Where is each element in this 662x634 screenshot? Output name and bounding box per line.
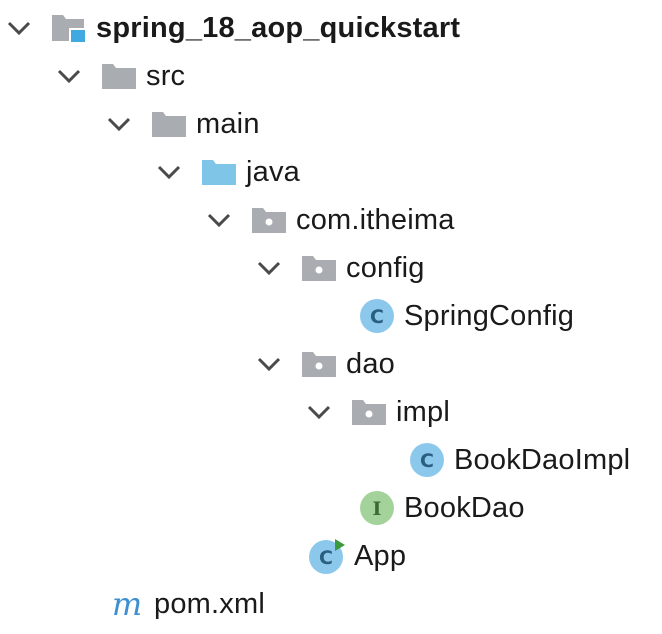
package-icon (300, 249, 338, 287)
package-icon (250, 201, 288, 239)
project-module-icon (50, 9, 88, 47)
svg-text:C: C (420, 450, 434, 472)
chevron-down-icon[interactable] (304, 397, 334, 427)
tree-node-label: com.itheima (296, 204, 455, 236)
chevron-down-icon[interactable] (254, 349, 284, 379)
tree-node-book-dao[interactable]: I BookDao (358, 484, 525, 532)
tree-node-java[interactable]: java (154, 148, 300, 196)
tree-node-com-itheima[interactable]: com.itheima (204, 196, 455, 244)
tree-node-project-root[interactable]: spring_18_aop_quickstart (4, 4, 460, 52)
tree-node-label: App (354, 540, 407, 572)
svg-text:C: C (319, 547, 333, 569)
folder-icon (150, 105, 188, 143)
tree-node-book-dao-impl[interactable]: C BookDaoImpl (408, 436, 630, 484)
maven-icon: m (111, 585, 143, 623)
tree-node-src[interactable]: src (54, 52, 185, 100)
chevron-down-icon[interactable] (54, 61, 84, 91)
svg-text:I: I (373, 498, 382, 520)
chevron-down-icon[interactable] (204, 205, 234, 235)
class-icon: C (408, 441, 446, 479)
tree-node-spring-config[interactable]: C SpringConfig (358, 292, 574, 340)
source-root-folder-icon (200, 153, 238, 191)
tree-node-label: SpringConfig (404, 300, 575, 332)
tree-node-label: config (346, 252, 425, 284)
tree-node-label: pom.xml (154, 588, 265, 620)
tree-node-main[interactable]: main (104, 100, 260, 148)
package-icon (350, 393, 388, 431)
chevron-down-icon[interactable] (254, 253, 284, 283)
chevron-down-icon[interactable] (4, 13, 34, 43)
package-icon (300, 345, 338, 383)
tree-node-impl[interactable]: impl (304, 388, 450, 436)
chevron-down-icon[interactable] (154, 157, 184, 187)
tree-node-dao[interactable]: dao (254, 340, 395, 388)
tree-node-label: BookDao (404, 492, 525, 524)
tree-node-label: spring_18_aop_quickstart (96, 12, 461, 44)
runnable-class-icon: C (308, 537, 346, 575)
tree-node-label: dao (346, 348, 395, 380)
tree-node-config[interactable]: config (254, 244, 425, 292)
interface-icon: I (358, 489, 396, 527)
class-icon: C (358, 297, 396, 335)
svg-text:C: C (370, 306, 384, 328)
chevron-down-icon[interactable] (104, 109, 134, 139)
tree-node-app[interactable]: C App (308, 532, 406, 580)
tree-node-pom[interactable]: m pom.xml (108, 580, 265, 628)
tree-node-label: java (246, 156, 300, 188)
folder-icon (100, 57, 138, 95)
tree-node-label: src (146, 60, 186, 92)
tree-node-label: impl (396, 396, 450, 428)
tree-node-label: BookDaoImpl (454, 444, 631, 476)
tree-node-label: main (196, 108, 260, 140)
project-tree: spring_18_aop_quickstart src main java c… (0, 0, 662, 634)
